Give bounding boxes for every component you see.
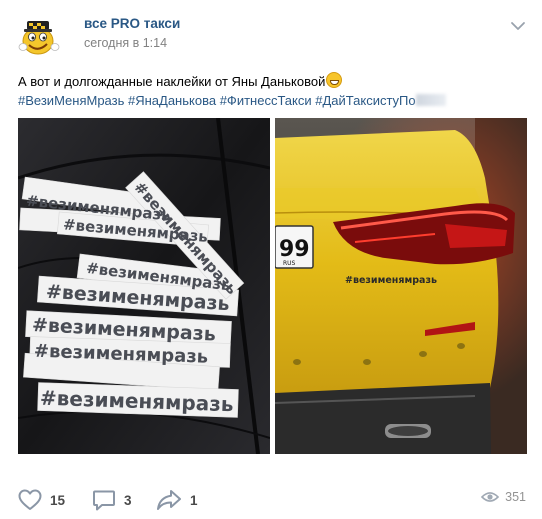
eye-icon: [481, 492, 500, 502]
hashtag[interactable]: #ДайТаксистуПо: [315, 93, 415, 108]
post-author[interactable]: все PRO такси: [84, 16, 180, 31]
comment-icon: [93, 490, 115, 511]
hashtag[interactable]: #ВезиМеняМразь: [18, 93, 124, 108]
hashtag[interactable]: #ФитнессТакси: [220, 93, 312, 108]
photo-stickers[interactable]: #везименямразь #везименямразь #везименям…: [18, 118, 270, 454]
views: 351: [481, 490, 526, 504]
post-time[interactable]: сегодня в 1:14: [84, 36, 167, 50]
view-count: 351: [505, 490, 526, 504]
sticker-label: #везименямразь: [345, 275, 437, 286]
comment-count: 3: [124, 492, 132, 508]
photo-taxi-rear[interactable]: 99 RUS #везименямразь: [275, 118, 527, 454]
wall-post: все PRO такси сегодня в 1:14 А вот и дол…: [0, 0, 542, 519]
post-text-body: А вот и долгожданные наклейки от Яны Дан…: [18, 74, 326, 89]
heart-icon: [18, 489, 42, 510]
hashtag-line: #ВезиМеняМразь #ЯнаДанькова #ФитнессТакс…: [18, 91, 528, 110]
share-button[interactable]: 1: [156, 488, 198, 512]
grin-emoji: [326, 72, 343, 88]
comment-button[interactable]: 3: [92, 488, 132, 512]
plate-country: RUS: [283, 260, 296, 267]
avatar[interactable]: [18, 14, 62, 58]
plate-number: 99: [279, 237, 310, 262]
like-button[interactable]: 15: [18, 488, 65, 512]
taxi-rear-image: 99 RUS #везименямразь: [275, 118, 527, 454]
like-count: 15: [50, 492, 66, 508]
blurred-text: [415, 94, 446, 106]
chevron-down-icon: [511, 22, 525, 30]
post-text: А вот и долгожданные наклейки от Яны Дан…: [18, 72, 528, 91]
share-count: 1: [190, 492, 198, 508]
taxi-mascot-avatar: [18, 21, 60, 55]
post-menu-button[interactable]: [508, 16, 528, 36]
post-actions: 15 3 1 351: [0, 480, 542, 516]
share-icon: [157, 490, 181, 510]
hashtag[interactable]: #ЯнаДанькова: [128, 93, 216, 108]
stickers-image: #везименямразь #везименямразь #везименям…: [18, 118, 270, 454]
